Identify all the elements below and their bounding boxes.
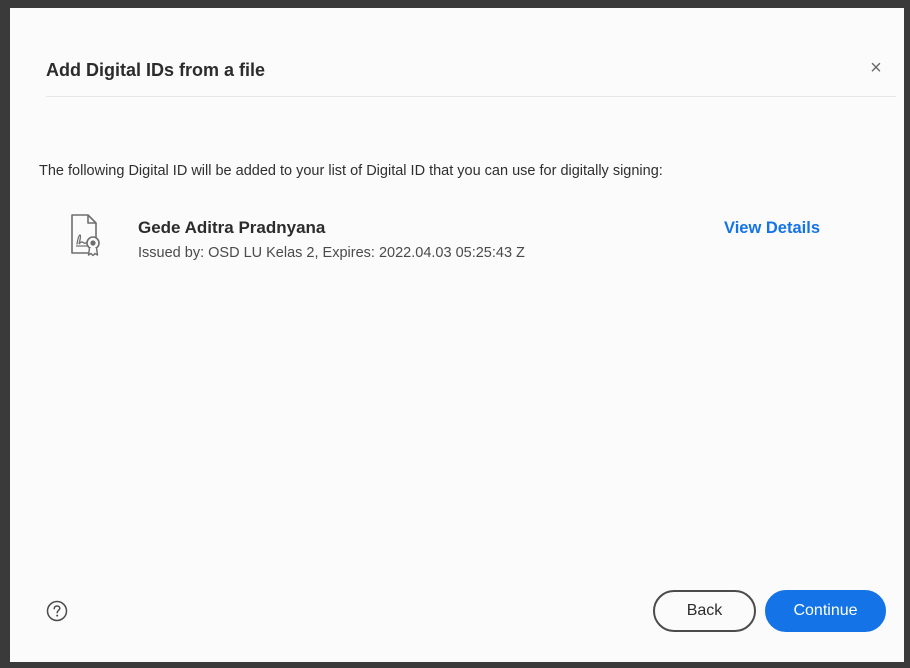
continue-button[interactable]: Continue (765, 590, 886, 632)
certificate-issuer-expiry: Issued by: OSD LU Kelas 2, Expires: 2022… (138, 245, 525, 261)
window-frame: Add Digital IDs from a file × The follow… (0, 0, 910, 668)
help-icon[interactable] (46, 600, 68, 622)
view-details-link[interactable]: View Details (724, 219, 820, 238)
close-button[interactable]: × (865, 57, 887, 79)
intro-text: The following Digital ID will be added t… (39, 163, 663, 179)
dialog-title: Add Digital IDs from a file (46, 60, 266, 80)
close-icon: × (870, 57, 882, 79)
certificate-file-icon (69, 213, 103, 257)
add-digital-ids-dialog: Add Digital IDs from a file × The follow… (10, 8, 904, 662)
title-divider (46, 96, 896, 97)
back-button[interactable]: Back (653, 590, 756, 632)
certificate-name: Gede Aditra Pradnyana (138, 218, 326, 237)
